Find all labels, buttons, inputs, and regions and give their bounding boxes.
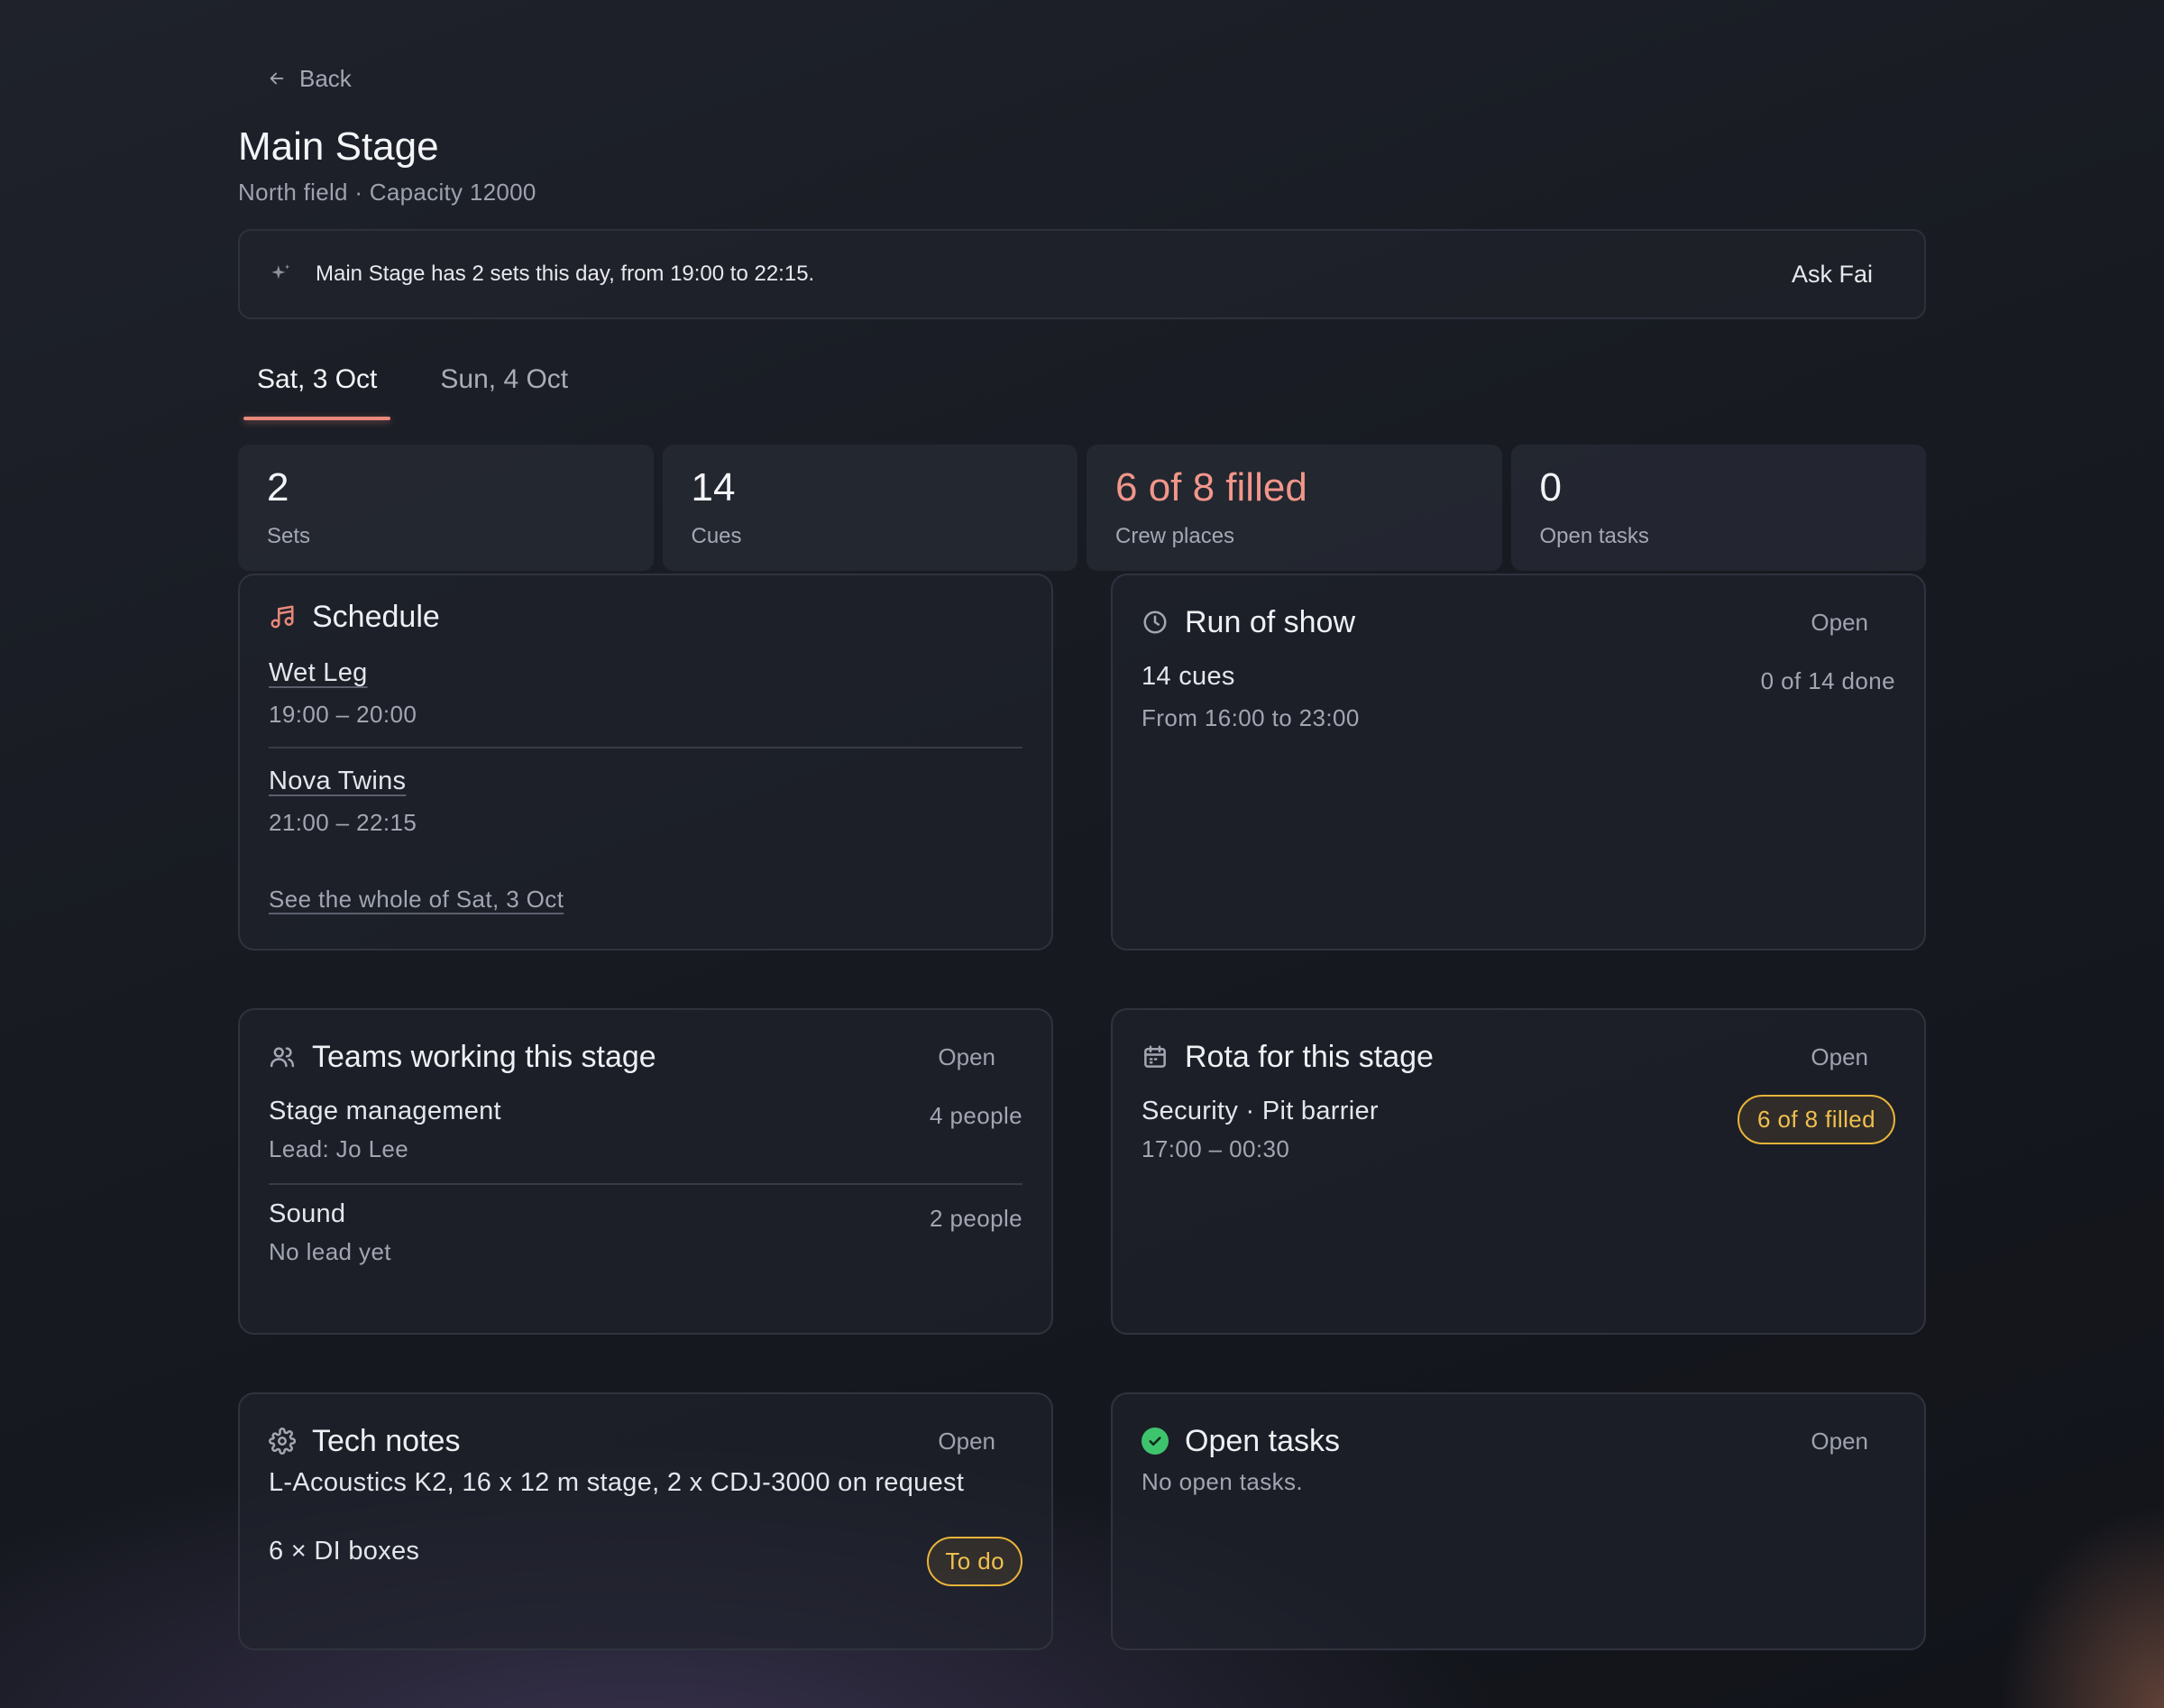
back-label: Back bbox=[299, 64, 352, 92]
cues-summary: 14 cues From 16:00 to 23:00 0 of 14 done bbox=[1142, 662, 1895, 732]
open-tech-notes-button[interactable]: Open bbox=[938, 1428, 995, 1455]
set-artist[interactable]: Wet Leg bbox=[269, 658, 1022, 688]
tech-notes-card: Tech notes Open L-Acoustics K2, 16 x 12 … bbox=[238, 1392, 1053, 1650]
set-item[interactable]: Nova Twins 21:00 – 22:15 bbox=[269, 767, 1022, 837]
set-artist[interactable]: Nova Twins bbox=[269, 767, 1022, 796]
set-time: 19:00 – 20:00 bbox=[269, 701, 417, 728]
open-run-of-show-button[interactable]: Open bbox=[1811, 609, 1868, 637]
music-icon bbox=[270, 605, 294, 629]
assistant-message: Main Stage has 2 sets this day, from 19:… bbox=[316, 262, 815, 286]
stat-value: 0 bbox=[1539, 465, 1562, 510]
tab-sat-3-oct[interactable]: Sat, 3 Oct bbox=[243, 354, 391, 424]
arrow-left-icon bbox=[270, 72, 284, 85]
stat-label: Open tasks bbox=[1539, 524, 1649, 548]
card-title: Open tasks bbox=[1185, 1423, 1340, 1458]
see-all-row: See the whole of Sat, 3 Oct bbox=[269, 886, 1022, 914]
stat-crew-places: 6 of 8 filled Crew places bbox=[1087, 445, 1502, 571]
stat-cues: 14 Cues bbox=[662, 445, 1077, 571]
tech-item[interactable]: 6 × DI boxes bbox=[269, 1537, 1022, 1566]
team-count: 2 people bbox=[930, 1205, 1022, 1232]
run-of-show-card: Run of show Open 14 cues From 16:00 to 2… bbox=[1111, 574, 1926, 950]
card-title: Tech notes bbox=[312, 1423, 461, 1458]
card-title: Teams working this stage bbox=[312, 1039, 656, 1074]
open-tasks-button[interactable]: Open bbox=[1811, 1428, 1868, 1455]
card-title: Schedule bbox=[312, 599, 440, 634]
check-circle-icon bbox=[1142, 1428, 1169, 1455]
stat-value: 6 of 8 filled bbox=[1115, 465, 1307, 510]
tech-item-name: 6 × DI boxes bbox=[269, 1537, 420, 1566]
clock-icon bbox=[1143, 611, 1167, 634]
tab-sun-4-oct[interactable]: Sun, 4 Oct bbox=[426, 354, 582, 424]
stat-value: 2 bbox=[267, 465, 289, 510]
rota-fill-badge: 6 of 8 filled bbox=[1738, 1095, 1895, 1144]
schedule-card: Schedule Wet Leg 19:00 – 20:00 Nova Twin… bbox=[238, 574, 1053, 950]
open-rota-button[interactable]: Open bbox=[1811, 1043, 1868, 1071]
stat-label: Crew places bbox=[1115, 524, 1235, 548]
cues-progress: 0 of 14 done bbox=[1760, 667, 1895, 694]
stat-label: Sets bbox=[267, 524, 311, 548]
assistant-banner: Main Stage has 2 sets this day, from 19:… bbox=[238, 229, 1926, 319]
divider bbox=[269, 747, 1022, 748]
set-item[interactable]: Wet Leg 19:00 – 20:00 bbox=[269, 658, 1022, 729]
team-name: Stage management bbox=[269, 1097, 501, 1125]
open-teams-button[interactable]: Open bbox=[938, 1043, 995, 1071]
team-lead: Lead: Jo Lee bbox=[269, 1135, 409, 1162]
teams-card: Teams working this stage Open Stage mana… bbox=[238, 1008, 1053, 1335]
stat-value: 14 bbox=[691, 465, 736, 510]
tasks-empty-state: No open tasks. bbox=[1142, 1468, 1895, 1496]
page-subtitle: North field · Capacity 12000 bbox=[238, 179, 536, 206]
team-lead: No lead yet bbox=[269, 1238, 391, 1265]
cues-range: From 16:00 to 23:00 bbox=[1142, 704, 1360, 731]
sparkle-icon bbox=[271, 264, 290, 280]
todo-badge[interactable]: To do bbox=[927, 1537, 1022, 1586]
card-title: Run of show bbox=[1185, 604, 1355, 639]
users-icon bbox=[270, 1047, 295, 1068]
see-whole-day-link[interactable]: See the whole of Sat, 3 Oct bbox=[269, 886, 564, 914]
divider bbox=[269, 1183, 1022, 1185]
page-title: Main Stage bbox=[238, 124, 439, 169]
stats-row: 2 Sets 14 Cues 6 of 8 filled Crew places… bbox=[238, 445, 1926, 571]
team-row[interactable]: Sound No lead yet 2 people bbox=[269, 1199, 1022, 1266]
stat-label: Cues bbox=[691, 524, 742, 548]
tech-specs-text: L-Acoustics K2, 16 x 12 m stage, 2 x CDJ… bbox=[269, 1468, 965, 1497]
team-name: Sound bbox=[269, 1199, 346, 1228]
tasks-empty-text: No open tasks. bbox=[1142, 1468, 1304, 1495]
card-title: Rota for this stage bbox=[1185, 1039, 1434, 1074]
stat-sets: 2 Sets bbox=[238, 445, 654, 571]
calendar-icon bbox=[1144, 1045, 1166, 1068]
set-time: 21:00 – 22:15 bbox=[269, 809, 417, 836]
tech-specs: L-Acoustics K2, 16 x 12 m stage, 2 x CDJ… bbox=[269, 1468, 1022, 1498]
team-count: 4 people bbox=[930, 1102, 1022, 1129]
back-link[interactable]: Back bbox=[267, 63, 352, 94]
gear-icon bbox=[269, 1428, 296, 1455]
day-tabs: Sat, 3 Oct Sun, 4 Oct bbox=[243, 354, 618, 424]
stat-open-tasks: 0 Open tasks bbox=[1510, 445, 1926, 571]
rota-card: Rota for this stage Open Security · Pit … bbox=[1111, 1008, 1926, 1335]
open-tasks-card: Open tasks Open No open tasks. bbox=[1111, 1392, 1926, 1650]
team-row[interactable]: Stage management Lead: Jo Lee 4 people bbox=[269, 1097, 1022, 1163]
ask-fai-button[interactable]: Ask Fai bbox=[1792, 261, 1873, 289]
